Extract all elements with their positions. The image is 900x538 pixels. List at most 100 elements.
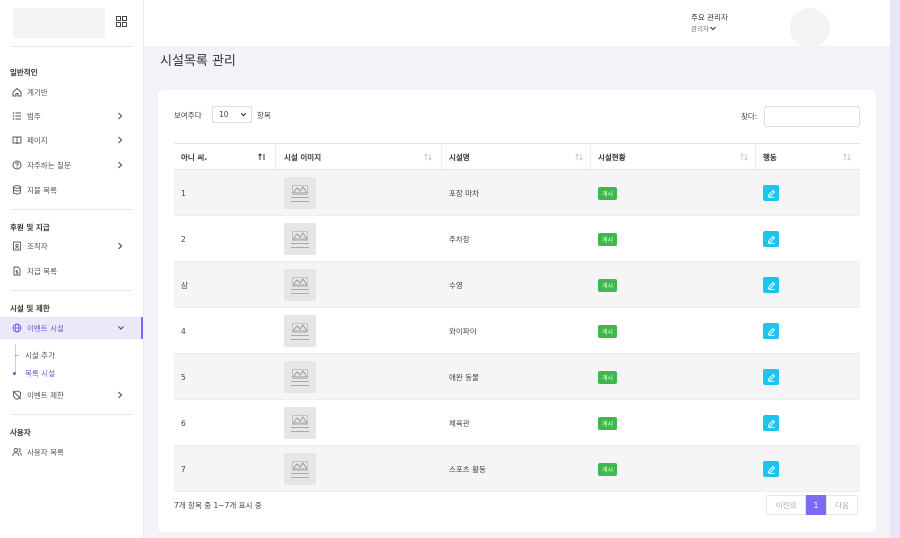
edit-icon [767, 327, 775, 336]
book-icon [11, 135, 22, 146]
table-row: 1 포장 마차 게시 [174, 170, 860, 216]
sidebar-item-label: 페이지 [27, 135, 48, 145]
page-length-value: 10 [219, 110, 229, 119]
sidebar-item-payment-list[interactable]: 지불 목록 [0, 181, 142, 199]
cell-action [763, 446, 779, 492]
cell-status: 게시 [598, 354, 618, 400]
search-label: 찾다: [741, 112, 758, 121]
column-header-image[interactable]: 시설 이미지 [284, 144, 321, 171]
search-input[interactable] [764, 106, 860, 127]
facility-thumbnail[interactable] [284, 177, 316, 209]
placeholder-caption [291, 242, 309, 248]
cell-no: 2 [181, 234, 186, 244]
sort-icon[interactable] [574, 152, 584, 162]
column-header-no[interactable]: 아니 씨. [181, 144, 207, 171]
facility-thumbnail[interactable] [284, 453, 316, 485]
show-label: 보여주다 [174, 111, 202, 120]
cell-status: 게시 [598, 216, 618, 262]
placeholder-caption [291, 426, 309, 432]
subitem-facility-list[interactable]: 목록 시설 [0, 366, 142, 380]
sidebar-item-label: 지불 목록 [27, 185, 57, 195]
edit-button[interactable] [763, 461, 779, 477]
cell-name: 포장 마차 [449, 188, 479, 198]
chevron-down-icon [710, 26, 716, 30]
facility-thumbnail[interactable] [284, 361, 316, 393]
placeholder-image-icon [292, 322, 308, 333]
logo[interactable] [13, 8, 105, 38]
database-icon [11, 185, 22, 196]
sort-icon[interactable] [842, 152, 852, 162]
cell-image [284, 446, 316, 492]
table-header-row: 아니 씨. 시설 이미지 시설명 시설현황 행동 [174, 143, 860, 171]
sidebar-item-event-facilities[interactable]: 이벤트 시설 [0, 317, 143, 339]
status-badge: 게시 [598, 370, 618, 384]
facility-thumbnail[interactable] [284, 315, 316, 347]
placeholder-caption [291, 288, 309, 294]
edit-button[interactable] [763, 369, 779, 385]
sidebar-item-label: 범주 [27, 111, 41, 121]
next-page-button[interactable]: 다음 [826, 495, 858, 515]
user-name[interactable]: 주요 관리자 [691, 12, 728, 23]
placeholder-image-icon [292, 184, 308, 195]
sidebar-item-categories[interactable]: 범주 [0, 107, 142, 125]
column-divider [755, 144, 756, 171]
cell-status: 게시 [598, 262, 618, 308]
cell-no: 4 [181, 326, 186, 336]
sidebar-item-faq[interactable]: 자주하는 질문 [0, 156, 142, 174]
sidebar-item-payout-list[interactable]: 지급 목록 [0, 262, 142, 280]
edit-icon [767, 465, 775, 474]
edit-button[interactable] [763, 323, 779, 339]
page-scrollbar[interactable] [890, 0, 900, 538]
cell-image [284, 262, 316, 308]
facility-thumbnail[interactable] [284, 223, 316, 255]
page-button-current[interactable]: 1 [806, 495, 826, 515]
grid-menu-icon[interactable] [116, 16, 127, 27]
cell-status: 게시 [598, 446, 618, 492]
sidebar-item-organizers[interactable]: 조직자 [0, 237, 142, 255]
section-heading-sponsorship: 후원 및 지급 [10, 223, 50, 232]
prev-page-button[interactable]: 이전의 [766, 495, 806, 515]
sidebar-divider [10, 290, 132, 291]
edit-icon [767, 419, 775, 428]
cell-no: 1 [181, 188, 186, 198]
column-header-status[interactable]: 시설현황 [598, 144, 626, 171]
cell-status: 게시 [598, 308, 618, 354]
chevron-right-icon [118, 136, 123, 144]
sort-icon[interactable] [739, 152, 749, 162]
chevron-right-icon [118, 161, 123, 169]
subitem-add-facility[interactable]: 시설 추가 [0, 348, 142, 362]
list-icon [11, 111, 22, 122]
sidebar-item-user-list[interactable]: 사용자 목록 [0, 443, 142, 461]
placeholder-image-icon [292, 414, 308, 425]
status-badge: 게시 [598, 416, 618, 430]
sidebar-item-dashboard[interactable]: 계기반 [0, 83, 142, 101]
shield-off-icon [11, 390, 22, 401]
sidebar-item-pages[interactable]: 페이지 [0, 131, 142, 149]
sort-icon[interactable] [423, 152, 433, 162]
cell-image [284, 354, 316, 400]
edit-button[interactable] [763, 415, 779, 431]
edit-button[interactable] [763, 185, 779, 201]
sidebar-item-event-restrictions[interactable]: 이벤트 제한 [0, 386, 142, 404]
column-header-action[interactable]: 행동 [763, 144, 777, 171]
user-role-label: 관리자 [691, 25, 709, 33]
edit-button[interactable] [763, 231, 779, 247]
edit-button[interactable] [763, 277, 779, 293]
cell-action [763, 400, 779, 446]
id-badge-icon [11, 241, 22, 252]
facility-thumbnail[interactable] [284, 407, 316, 439]
page-length-select[interactable]: 10 [212, 106, 252, 123]
table-row: 7 스포츠 활동 게시 [174, 446, 860, 492]
user-role-dropdown[interactable]: 관리자 [691, 23, 717, 33]
cell-action [763, 308, 779, 354]
sort-active-icon[interactable] [257, 152, 267, 162]
placeholder-caption [291, 472, 309, 478]
status-badge: 게시 [598, 186, 618, 200]
avatar[interactable] [790, 8, 830, 48]
column-header-name[interactable]: 시설명 [449, 144, 470, 171]
cell-image [284, 308, 316, 354]
facility-thumbnail[interactable] [284, 269, 316, 301]
placeholder-image-icon [292, 230, 308, 241]
section-heading-general: 일반적인 [10, 68, 38, 77]
cell-image [284, 400, 316, 446]
